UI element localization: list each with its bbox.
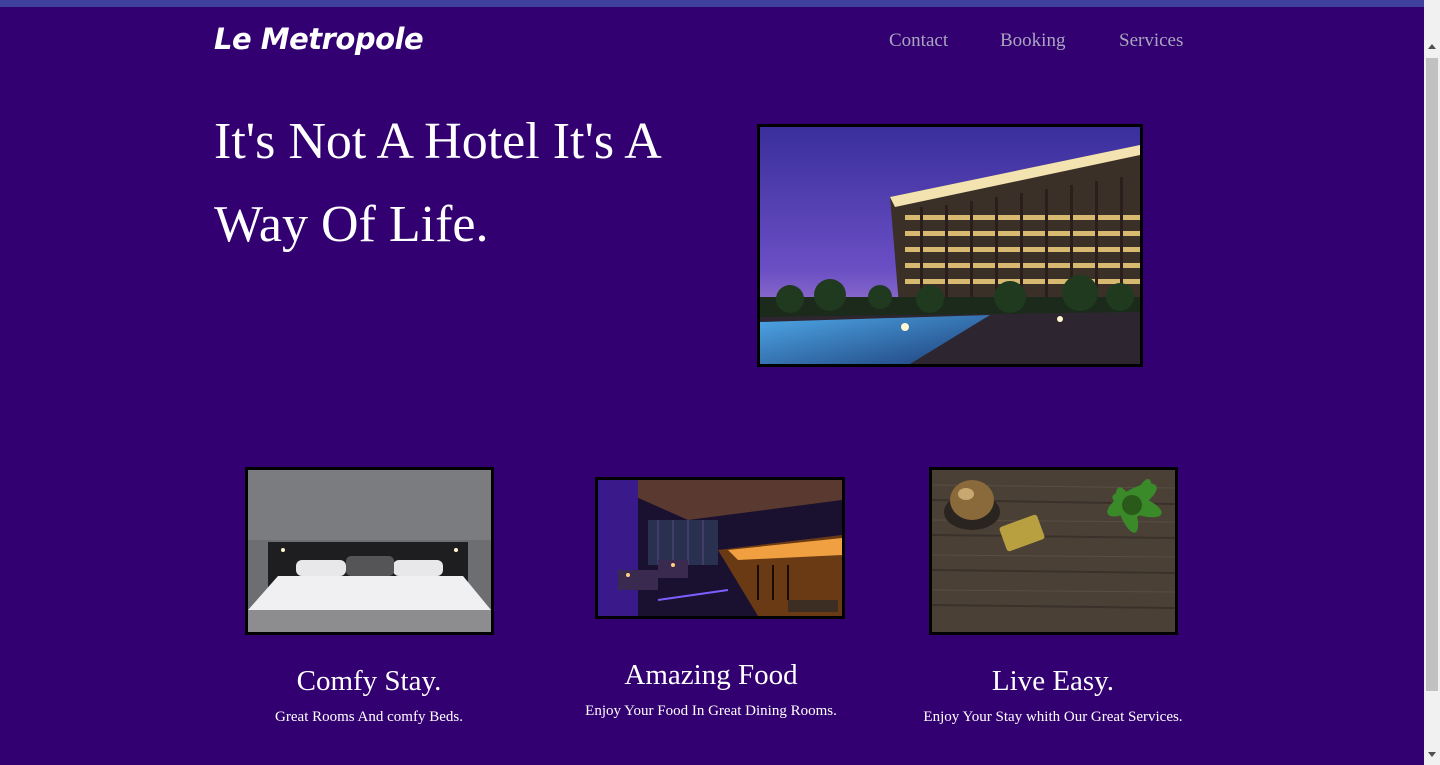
feature-title: Comfy Stay. [296,665,442,697]
feature-title: Amazing Food [624,659,798,691]
bedroom-image [245,467,494,635]
site-logo[interactable]: Le Metropole [214,22,424,56]
reception-bell-image [929,467,1178,635]
scroll-down-icon[interactable] [1428,752,1436,757]
feature-text: Great Rooms And comfy Beds. [275,709,463,725]
feature-title: Live Easy. [991,665,1115,697]
hotel-night-image [757,124,1143,367]
scrollbar-thumb[interactable] [1426,58,1438,691]
hero-title: It's Not A Hotel It's A Way Of Life. [214,113,659,253]
feature-text: Enjoy Your Stay whith Our Great Services… [923,709,1183,725]
nav-services-link[interactable]: Services [1119,30,1183,52]
top-accent-bar [0,0,1424,7]
nav-booking-link[interactable]: Booking [1000,30,1065,52]
feature-text: Enjoy Your Food In Great Dining Rooms. [585,703,837,719]
dining-room-image [595,477,845,619]
nav-contact-link[interactable]: Contact [889,30,948,52]
scroll-up-icon[interactable] [1428,44,1436,49]
